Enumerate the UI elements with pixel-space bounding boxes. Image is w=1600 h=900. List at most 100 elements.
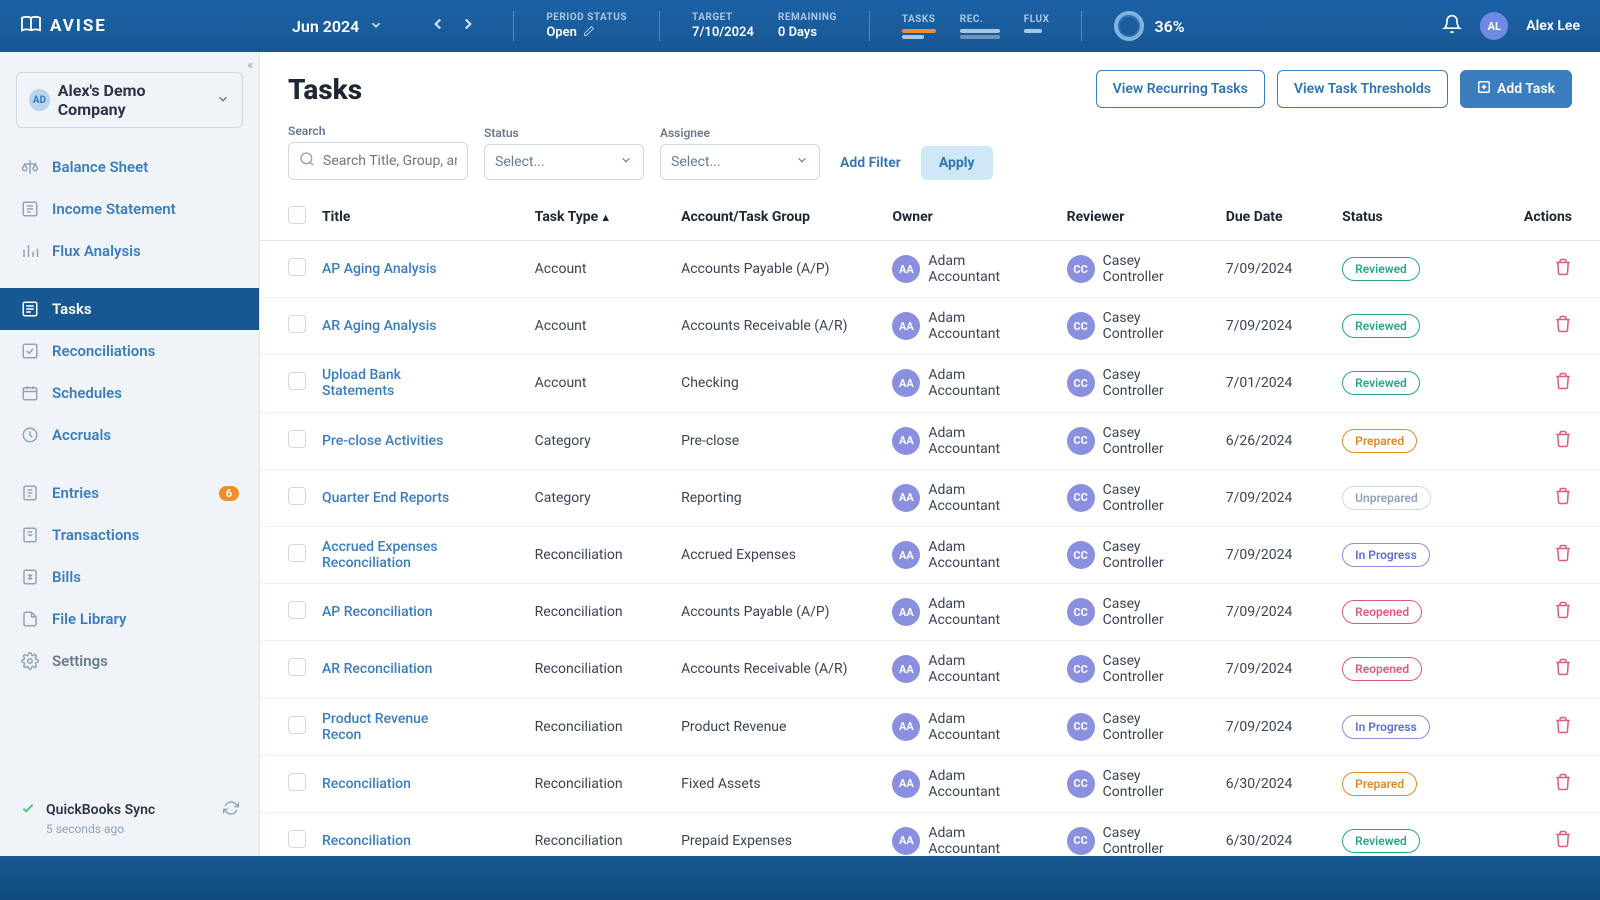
delete-button[interactable] <box>1554 436 1572 452</box>
settings-icon <box>20 652 40 670</box>
sidebar-item-label: Bills <box>52 568 81 586</box>
delete-button[interactable] <box>1554 493 1572 509</box>
reviewer-avatar: CC <box>1067 598 1095 626</box>
col-owner[interactable]: Owner <box>884 194 1058 241</box>
view-thresholds-button[interactable]: View Task Thresholds <box>1277 70 1448 108</box>
task-title-link[interactable]: Accrued Expenses Reconciliation <box>322 539 457 571</box>
progress-group: TASKS REC. FLUX <box>902 14 1050 39</box>
table-row: AR Reconciliation Reconciliation Account… <box>260 641 1600 698</box>
task-type: Reconciliation <box>527 698 673 755</box>
user-avatar[interactable]: AL <box>1480 12 1508 40</box>
sidebar-item-accruals[interactable]: Accruals <box>0 414 259 456</box>
progress-percent: 36% <box>1154 17 1184 36</box>
delete-button[interactable] <box>1554 321 1572 337</box>
row-checkbox[interactable] <box>288 830 306 848</box>
row-checkbox[interactable] <box>288 773 306 791</box>
task-title-link[interactable]: Upload Bank Statements <box>322 367 457 399</box>
task-title-link[interactable]: Reconciliation <box>322 833 411 849</box>
task-type: Category <box>527 469 673 526</box>
task-title-link[interactable]: Reconciliation <box>322 776 411 792</box>
period-next-button[interactable] <box>455 11 481 41</box>
apply-button[interactable]: Apply <box>921 146 993 180</box>
task-group: Accounts Payable (A/P) <box>673 241 884 298</box>
due-date: 7/09/2024 <box>1218 298 1334 355</box>
task-title-link[interactable]: AP Reconciliation <box>322 604 433 620</box>
flux-progress: FLUX <box>1024 14 1050 39</box>
owner-avatar: AA <box>892 598 920 626</box>
reviewer-name: CaseyController <box>1103 653 1164 685</box>
refresh-icon[interactable] <box>223 800 239 820</box>
col-title[interactable]: Title <box>314 194 527 241</box>
add-task-button[interactable]: Add Task <box>1460 70 1572 108</box>
col-account[interactable]: Account/Task Group <box>673 194 884 241</box>
sidebar-item-schedules[interactable]: Schedules <box>0 372 259 414</box>
task-title-link[interactable]: AR Reconciliation <box>322 661 432 677</box>
task-title-link[interactable]: AR Aging Analysis <box>322 318 436 334</box>
task-title-link[interactable]: AP Aging Analysis <box>322 261 437 277</box>
add-filter-button[interactable]: Add Filter <box>836 146 905 180</box>
period-prev-button[interactable] <box>425 11 451 41</box>
sidebar-item-entries[interactable]: Entries 6 <box>0 472 259 514</box>
task-group: Accrued Expenses <box>673 526 884 583</box>
pencil-icon[interactable] <box>583 25 595 41</box>
delete-button[interactable] <box>1554 607 1572 623</box>
task-title-link[interactable]: Quarter End Reports <box>322 490 449 506</box>
task-title-link[interactable]: Product Revenue Recon <box>322 711 457 743</box>
period-selector[interactable]: Jun 2024 <box>292 17 383 36</box>
select-all-checkbox[interactable] <box>288 206 306 224</box>
reviewer: CCCaseyController <box>1067 825 1210 856</box>
row-checkbox[interactable] <box>288 658 306 676</box>
col-reviewer[interactable]: Reviewer <box>1059 194 1218 241</box>
task-group: Prepaid Expenses <box>673 812 884 856</box>
delete-button[interactable] <box>1554 664 1572 680</box>
view-recurring-button[interactable]: View Recurring Tasks <box>1096 70 1265 108</box>
sidebar: « AD Alex's Demo Company Balance Sheet I… <box>0 52 260 856</box>
assignee-select[interactable]: Select... <box>660 144 820 180</box>
row-checkbox[interactable] <box>288 487 306 505</box>
sidebar-item-balance-sheet[interactable]: Balance Sheet <box>0 146 259 188</box>
company-selector[interactable]: AD Alex's Demo Company <box>16 72 243 128</box>
row-checkbox[interactable] <box>288 716 306 734</box>
reviewer: CCCaseyController <box>1067 253 1210 285</box>
task-title-link[interactable]: Pre-close Activities <box>322 433 443 449</box>
row-checkbox[interactable] <box>288 544 306 562</box>
sidebar-item-reconciliations[interactable]: Reconciliations <box>0 330 259 372</box>
bell-icon[interactable] <box>1442 14 1462 38</box>
due-date: 6/26/2024 <box>1218 412 1334 469</box>
delete-button[interactable] <box>1554 779 1572 795</box>
owner-avatar: AA <box>892 312 920 340</box>
row-checkbox[interactable] <box>288 315 306 333</box>
row-checkbox[interactable] <box>288 430 306 448</box>
row-checkbox[interactable] <box>288 258 306 276</box>
row-checkbox[interactable] <box>288 601 306 619</box>
sidebar-item-income-statement[interactable]: Income Statement <box>0 188 259 230</box>
delete-button[interactable] <box>1554 722 1572 738</box>
separator <box>513 11 514 41</box>
sidebar-item-transactions[interactable]: Transactions <box>0 514 259 556</box>
reviewer: CCCaseyController <box>1067 482 1210 514</box>
reviewer-name: CaseyController <box>1103 539 1164 571</box>
delete-button[interactable] <box>1554 378 1572 394</box>
sidebar-item-file-library[interactable]: File Library <box>0 598 259 640</box>
col-status[interactable]: Status <box>1334 194 1481 241</box>
reviewer: CCCaseyController <box>1067 653 1210 685</box>
sidebar-item-bills[interactable]: Bills <box>0 556 259 598</box>
owner-name: AdamAccountant <box>928 711 1000 743</box>
sidebar-item-flux-analysis[interactable]: Flux Analysis <box>0 230 259 272</box>
search-input[interactable] <box>323 153 457 169</box>
delete-button[interactable] <box>1554 550 1572 566</box>
owner-avatar: AA <box>892 655 920 683</box>
task-group: Accounts Payable (A/P) <box>673 584 884 641</box>
status-badge: Reviewed <box>1342 314 1420 338</box>
collapse-icon[interactable]: « <box>247 58 253 72</box>
col-due[interactable]: Due Date <box>1218 194 1334 241</box>
status-select[interactable]: Select... <box>484 144 644 180</box>
delete-button[interactable] <box>1554 264 1572 280</box>
row-checkbox[interactable] <box>288 372 306 390</box>
sidebar-item-tasks[interactable]: Tasks <box>0 288 259 330</box>
delete-button[interactable] <box>1554 836 1572 852</box>
owner-name: AdamAccountant <box>928 596 1000 628</box>
col-task-type[interactable]: Task Type▲ <box>527 194 673 241</box>
owner-avatar: AA <box>892 827 920 855</box>
sidebar-item-settings[interactable]: Settings <box>0 640 259 682</box>
